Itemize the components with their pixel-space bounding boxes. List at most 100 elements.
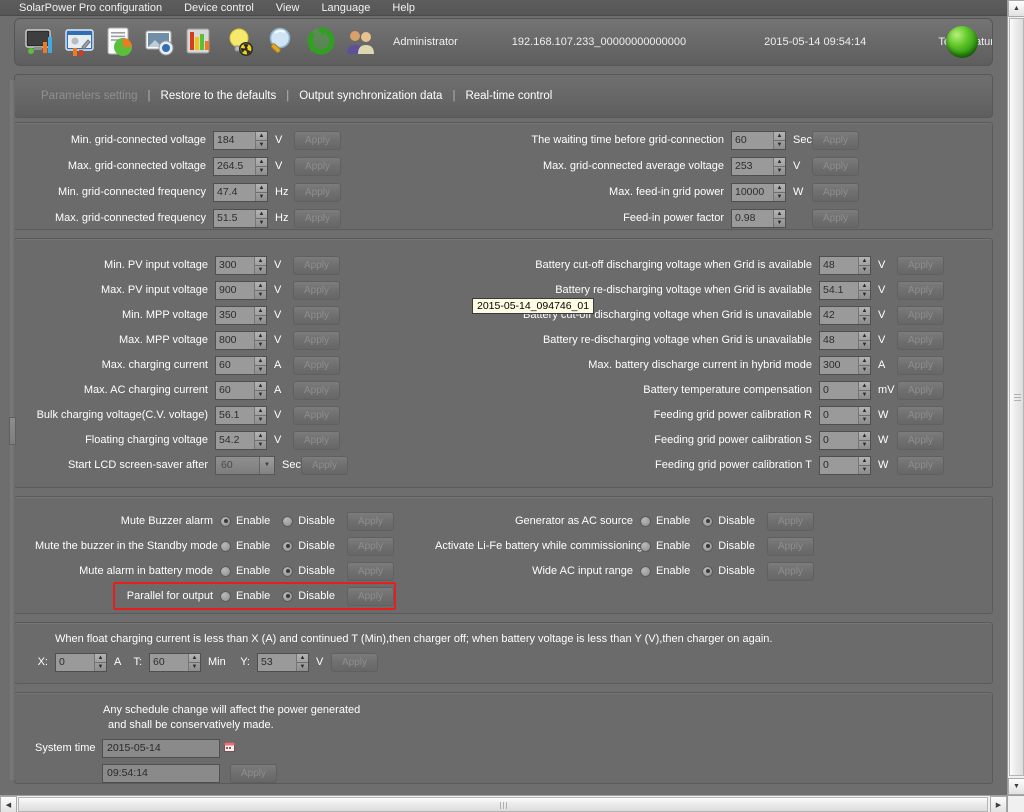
input-max-ac-charging-current[interactable]: ▲▼ — [215, 380, 267, 400]
spinner-max-pv-input-voltage[interactable]: ▲ ▼ — [254, 281, 266, 299]
radio-wide-ac-input-range-enable[interactable] — [640, 565, 651, 577]
apply-button-battery-cutoff-discharging-grid-unavailable[interactable]: Apply — [897, 305, 944, 325]
input-battery-temperature-compensation-field[interactable] — [820, 381, 858, 399]
spinner-battery-redischarging-grid-unavailable[interactable]: ▲ ▼ — [858, 331, 870, 349]
apply-button-floating-charging-voltage[interactable]: Apply — [293, 430, 340, 450]
input-battery-redischarging-grid-available-field[interactable] — [820, 281, 858, 299]
input-min-pv-input-voltage-field[interactable] — [216, 256, 254, 274]
radio-activate-lifepo-battery-enable[interactable] — [640, 540, 651, 552]
radio-mute-buzzer-alarm-enable[interactable] — [220, 515, 231, 527]
input-min-grid-connected-voltage[interactable]: ▲▼ — [213, 130, 268, 150]
apply-button-float-charging[interactable]: Apply — [331, 652, 378, 672]
input-battery-cutoff-discharging-grid-available-field[interactable] — [820, 256, 858, 274]
spinner-battery-redischarging-grid-available[interactable]: ▲ ▼ — [858, 281, 870, 299]
apply-button-start-lcd-screen-saver-after[interactable]: Apply — [301, 455, 348, 475]
apply-button-waiting-time-before-grid-connection[interactable]: Apply — [812, 130, 859, 150]
input-float-y-field[interactable] — [258, 653, 296, 671]
vertical-scrollbar[interactable]: ▲ ▼ — [1007, 0, 1024, 795]
spinner-max-grid-connected-frequency[interactable]: ▲ ▼ — [255, 209, 267, 227]
apply-button-battery-cutoff-discharging-grid-available[interactable]: Apply — [897, 255, 944, 275]
apply-button-feeding-grid-power-calibration-s[interactable]: Apply — [897, 430, 944, 450]
apply-button-max-grid-connected-frequency[interactable]: Apply — [294, 208, 341, 228]
radio-mute-alarm-battery-mode-enable[interactable] — [220, 565, 231, 577]
vertical-scrollbar-thumb[interactable] — [1009, 18, 1024, 776]
input-battery-cutoff-discharging-grid-unavailable[interactable]: ▲▼ — [819, 305, 871, 325]
input-battery-redischarging-grid-available[interactable]: ▲▼ — [819, 280, 871, 300]
tab-output-synchronization-data[interactable]: Output synchronization data — [299, 90, 442, 102]
input-min-mpp-voltage[interactable]: ▲▼ — [215, 305, 267, 325]
spinner-min-grid-connected-voltage[interactable]: ▲ ▼ — [255, 131, 267, 149]
input-float-t[interactable]: ▲▼ — [149, 652, 201, 672]
scroll-left-arrow-icon[interactable]: ◀ — [0, 796, 17, 812]
input-battery-redischarging-grid-unavailable-field[interactable] — [820, 331, 858, 349]
calendar-icon[interactable] — [224, 739, 235, 757]
apply-button-mute-buzzer-standby-mode[interactable]: Apply — [346, 536, 394, 556]
input-float-y[interactable]: ▲▼ — [257, 652, 309, 672]
tab-real-time-control[interactable]: Real-time control — [465, 90, 552, 102]
spinner-waiting-time-before-grid-connection[interactable]: ▲ ▼ — [773, 131, 785, 149]
input-floating-charging-voltage[interactable]: ▲▼ — [215, 430, 267, 450]
spinner-max-grid-connected-voltage[interactable]: ▲ ▼ — [255, 157, 267, 175]
input-feeding-grid-power-calibration-s-field[interactable] — [820, 431, 858, 449]
report-pie-icon[interactable] — [103, 24, 139, 60]
spinner-float-t[interactable]: ▲ ▼ — [188, 653, 200, 671]
radio-mute-buzzer-standby-mode-disable[interactable] — [282, 540, 294, 552]
input-feeding-grid-power-calibration-r[interactable]: ▲▼ — [819, 405, 871, 425]
menu-item-view[interactable]: View — [265, 0, 311, 16]
input-float-t-field[interactable] — [150, 653, 188, 671]
users-icon[interactable] — [343, 24, 379, 60]
radio-mute-buzzer-alarm-disable[interactable] — [282, 515, 294, 527]
apply-button-parallel-for-output[interactable]: Apply — [346, 586, 394, 606]
spinner-float-x[interactable]: ▲ ▼ — [94, 653, 106, 671]
spinner-battery-cutoff-discharging-grid-unavailable[interactable]: ▲ ▼ — [858, 306, 870, 324]
spinner-max-mpp-voltage[interactable]: ▲ ▼ — [254, 331, 266, 349]
dropdown-start-lcd-screen-saver-after[interactable]: 60 ▼ — [215, 455, 275, 475]
spinner-min-pv-input-voltage[interactable]: ▲ ▼ — [254, 256, 266, 274]
menu-item-device-control[interactable]: Device control — [173, 0, 265, 16]
radio-wide-ac-input-range-disable[interactable] — [702, 565, 714, 577]
apply-button-generator-as-ac-source[interactable]: Apply — [766, 511, 814, 531]
input-battery-redischarging-grid-unavailable[interactable]: ▲▼ — [819, 330, 871, 350]
radio-parallel-for-output-disable[interactable] — [282, 590, 294, 602]
spinner-feeding-grid-power-calibration-s[interactable]: ▲ ▼ — [858, 431, 870, 449]
radio-mute-buzzer-standby-mode-enable[interactable] — [220, 540, 231, 552]
apply-button-min-pv-input-voltage[interactable]: Apply — [293, 255, 340, 275]
input-feed-in-power-factor[interactable]: ▲▼ — [731, 208, 786, 228]
image-view-icon[interactable] — [143, 24, 179, 60]
apply-button-max-mpp-voltage[interactable]: Apply — [293, 330, 340, 350]
spinner-min-mpp-voltage[interactable]: ▲ ▼ — [254, 306, 266, 324]
radio-mute-alarm-battery-mode-disable[interactable] — [282, 565, 294, 577]
input-float-x[interactable]: ▲▼ — [55, 652, 107, 672]
apply-button-activate-lifepo-battery[interactable]: Apply — [766, 536, 814, 556]
input-max-grid-connected-average-voltage[interactable]: ▲▼ — [731, 156, 786, 176]
scroll-down-arrow-icon[interactable]: ▼ — [1008, 778, 1024, 795]
input-floating-charging-voltage-field[interactable] — [216, 431, 254, 449]
apply-button-feeding-grid-power-calibration-r[interactable]: Apply — [897, 405, 944, 425]
radio-activate-lifepo-battery-disable[interactable] — [702, 540, 714, 552]
input-min-grid-connected-frequency[interactable]: ▲▼ — [213, 182, 268, 202]
input-float-x-field[interactable] — [56, 653, 94, 671]
input-max-mpp-voltage[interactable]: ▲▼ — [215, 330, 267, 350]
input-bulk-charging-voltage-field[interactable] — [216, 406, 254, 424]
horizontal-scrollbar-thumb[interactable] — [18, 797, 988, 812]
input-battery-temperature-compensation[interactable]: ▲▼ — [819, 380, 871, 400]
spinner-battery-cutoff-discharging-grid-available[interactable]: ▲ ▼ — [858, 256, 870, 274]
spinner-feeding-grid-power-calibration-t[interactable]: ▲ ▼ — [858, 456, 870, 474]
spinner-floating-charging-voltage[interactable]: ▲ ▼ — [254, 431, 266, 449]
input-feeding-grid-power-calibration-t-field[interactable] — [820, 456, 858, 474]
input-max-grid-connected-average-voltage-field[interactable] — [732, 157, 773, 175]
input-min-grid-connected-voltage-field[interactable] — [214, 131, 255, 149]
input-max-battery-discharge-current-hybrid[interactable]: ▲▼ — [819, 355, 871, 375]
input-max-battery-discharge-current-hybrid-field[interactable] — [820, 356, 858, 374]
refresh-icon[interactable] — [303, 24, 339, 60]
spinner-max-feed-in-grid-power[interactable]: ▲ ▼ — [773, 183, 785, 201]
scroll-up-arrow-icon[interactable]: ▲ — [1008, 0, 1024, 17]
input-min-mpp-voltage-field[interactable] — [216, 306, 254, 324]
apply-button-min-mpp-voltage[interactable]: Apply — [293, 305, 340, 325]
apply-button-feed-in-power-factor[interactable]: Apply — [812, 208, 859, 228]
input-max-ac-charging-current-field[interactable] — [216, 381, 254, 399]
input-battery-cutoff-discharging-grid-available[interactable]: ▲▼ — [819, 255, 871, 275]
input-feeding-grid-power-calibration-r-field[interactable] — [820, 406, 858, 424]
input-waiting-time-before-grid-connection[interactable]: ▲▼ — [731, 130, 786, 150]
input-max-charging-current[interactable]: ▲▼ — [215, 355, 267, 375]
